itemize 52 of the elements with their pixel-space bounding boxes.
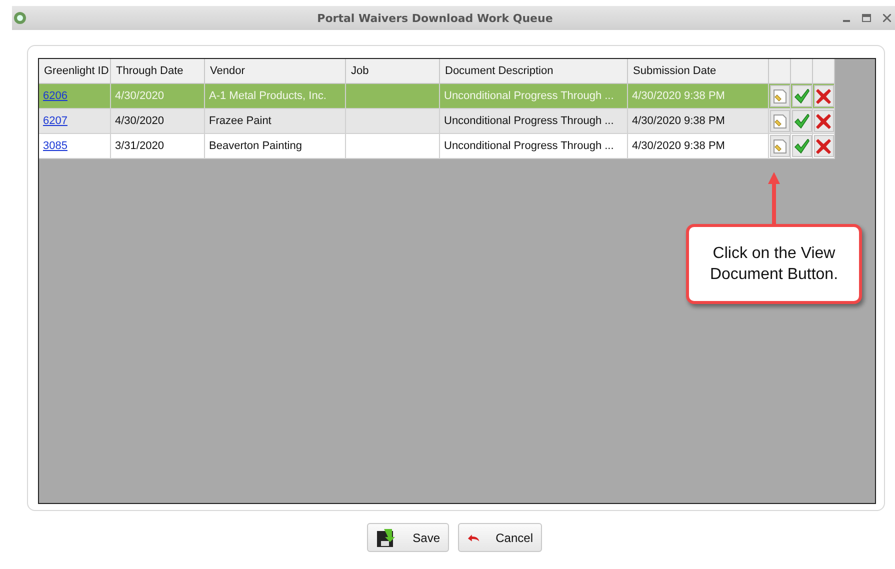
close-icon [816,138,831,154]
approve-button[interactable] [792,85,812,107]
view-document-button[interactable] [770,85,790,107]
close-icon [816,114,831,128]
table-row[interactable]: 3085 3/31/2020 Beaverton Painting Unconditional Progress Through ... 4/30/2020 9:38 PM [39,134,875,159]
column-header [813,59,835,84]
reject-button[interactable] [814,135,834,157]
table-cell: Frazee Paint [205,109,346,134]
reject-button[interactable] [814,85,834,107]
approve-button[interactable] [792,110,812,132]
table-row[interactable]: 6206 4/30/2020 A-1 Metal Products, Inc. Unconditional Progress Through ... 4/30/2020 9:38 PM [39,84,875,109]
document-icon [772,114,786,128]
document-icon [772,138,786,154]
table-cell: Unconditional Progress Through ... [440,84,628,109]
table-row[interactable]: 6207 4/30/2020 Frazee Paint Unconditional Progress Through ... 4/30/2020 9:38 PM [39,109,875,134]
column-header [769,59,791,84]
table-cell: Unconditional Progress Through ... [440,109,628,134]
id-link[interactable]: 6206 [43,90,68,102]
table-cell: 4/30/2020 [111,109,205,134]
save-button[interactable]: Save [367,523,449,552]
close-icon[interactable] [883,14,891,22]
column-header[interactable]: Submission Date [628,59,769,84]
column-header [791,59,813,84]
table-cell: A-1 Metal Products, Inc. [205,84,346,109]
column-header[interactable]: Vendor [205,59,346,84]
column-header[interactable]: Through Date [111,59,205,84]
table-cell: 4/30/2020 9:38 PM [628,109,769,134]
table-cell: 4/30/2020 9:38 PM [628,84,769,109]
table-cell: Beaverton Painting [205,134,346,159]
checkmark-icon [794,138,810,154]
id-link[interactable]: 3085 [43,140,68,152]
document-icon [772,88,786,104]
approve-button[interactable] [792,135,812,157]
view-document-button[interactable] [770,135,790,157]
table-cell: 4/30/2020 9:38 PM [628,134,769,159]
reject-button[interactable] [814,110,834,132]
checkmark-icon [794,114,810,128]
table-cell: 4/30/2020 [111,84,205,109]
column-header[interactable]: Job [346,59,440,84]
window-title: Portal Waivers Download Work Queue [316,12,554,24]
view-document-button[interactable] [770,110,790,132]
column-header[interactable]: Greenlight ID [39,59,111,84]
maximize-icon[interactable] [862,14,871,22]
table-cell: Unconditional Progress Through ... [440,134,628,159]
cancel-button[interactable]: Cancel [458,523,542,552]
checkmark-icon [794,88,810,104]
close-icon [816,88,831,104]
callout-text: Click on the View Document Button. [708,244,840,285]
id-link[interactable]: 6207 [43,115,68,127]
table-cell: 3/31/2020 [111,134,205,159]
column-header[interactable]: Document Description [440,59,628,84]
app-logo-icon [13,11,27,25]
